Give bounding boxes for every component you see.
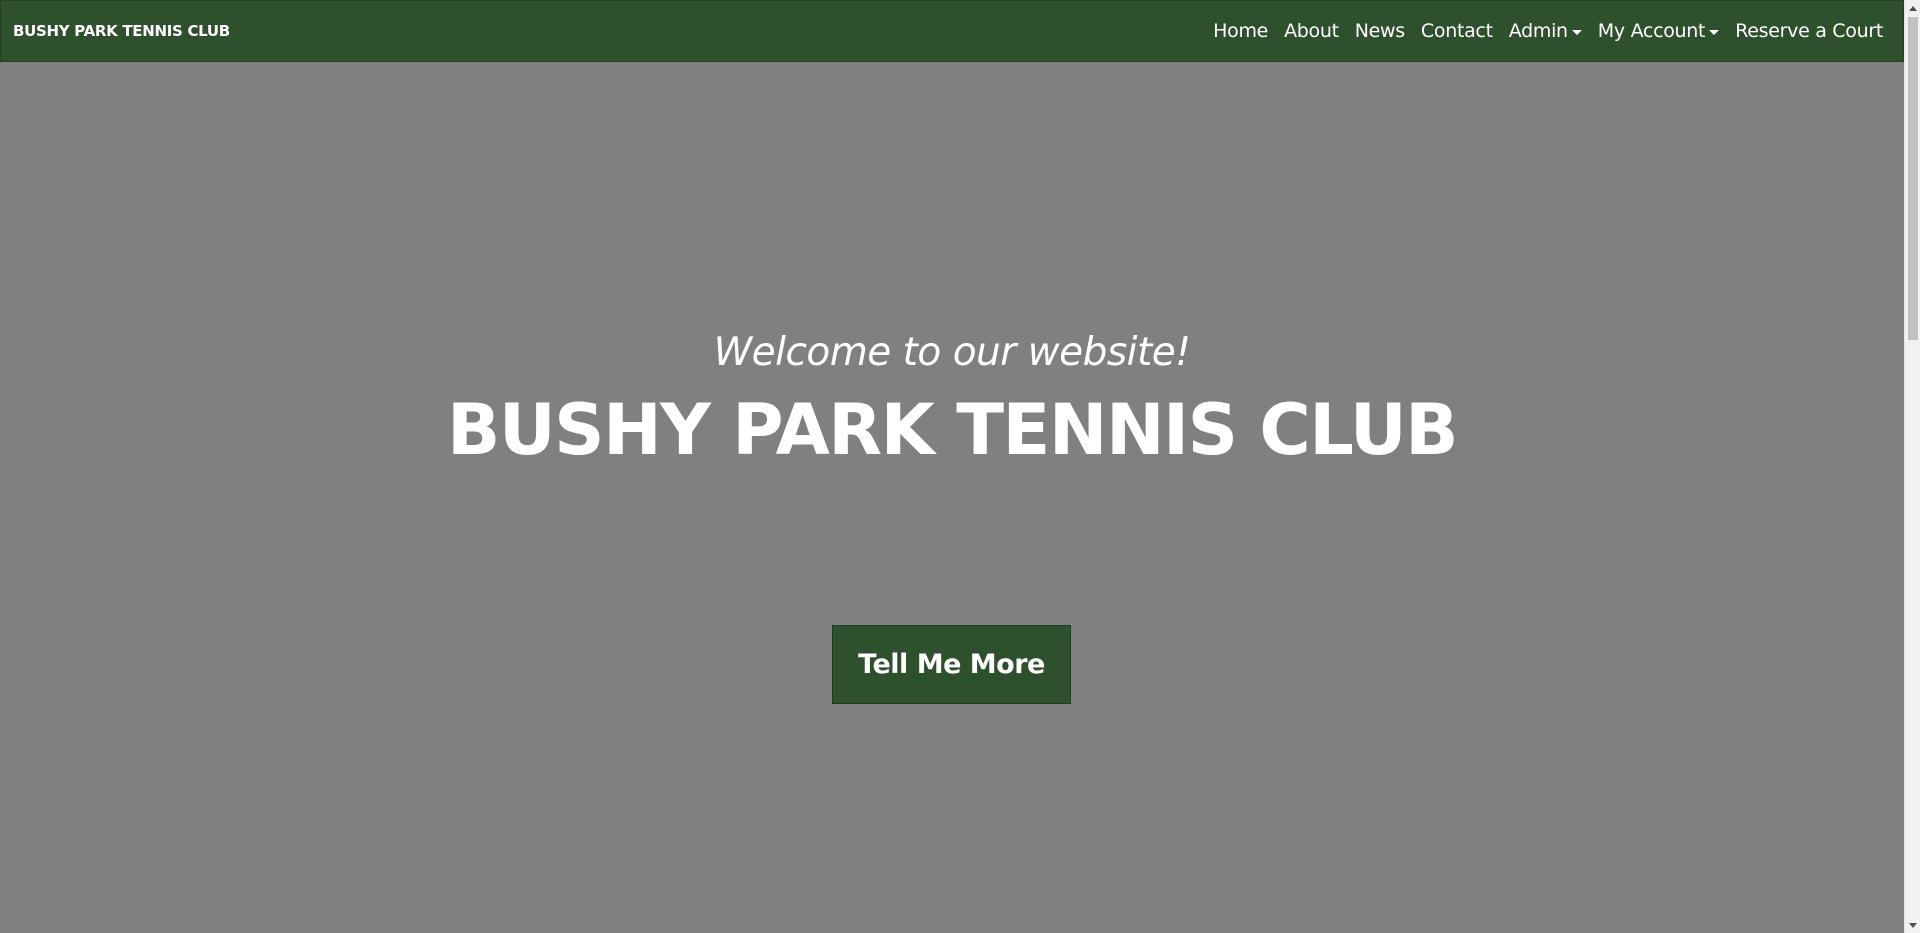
hero-welcome-text: Welcome to our website!	[713, 330, 1191, 375]
nav-link-about[interactable]: About	[1276, 20, 1347, 42]
nav-link-label: Admin	[1508, 20, 1568, 42]
nav-dropdown-my-account[interactable]: My Account	[1590, 20, 1727, 42]
tell-me-more-button[interactable]: Tell Me More	[832, 625, 1071, 704]
nav-links: Home About News Contact Admin My Account…	[1205, 20, 1891, 42]
brand-link[interactable]: BUSHY PARK TENNIS CLUB	[13, 22, 230, 40]
scrollbar-thumb[interactable]	[1908, 17, 1918, 340]
caret-down-icon	[1571, 29, 1582, 35]
nav-link-label: My Account	[1597, 20, 1706, 42]
navbar: BUSHY PARK TENNIS CLUB Home About News C…	[0, 0, 1904, 62]
hero-title: BUSHY PARK TENNIS CLUB	[446, 389, 1459, 471]
nav-link-news[interactable]: News	[1347, 20, 1413, 42]
scroll-down-arrow-icon[interactable]	[1905, 917, 1920, 933]
nav-link-contact[interactable]: Contact	[1413, 20, 1501, 42]
nav-link-label: About	[1284, 20, 1339, 42]
nav-dropdown-admin[interactable]: Admin	[1501, 20, 1590, 42]
vertical-scrollbar[interactable]	[1904, 0, 1920, 933]
scroll-up-arrow-icon[interactable]	[1905, 0, 1920, 16]
page: BUSHY PARK TENNIS CLUB Home About News C…	[0, 0, 1920, 933]
nav-link-label: Reserve a Court	[1735, 20, 1883, 42]
nav-link-home[interactable]: Home	[1205, 20, 1276, 42]
nav-link-label: Home	[1213, 20, 1269, 42]
hero-section: Welcome to our website! BUSHY PARK TENNI…	[0, 62, 1904, 933]
nav-link-label: Contact	[1420, 20, 1493, 42]
caret-down-icon	[1709, 29, 1720, 35]
nav-link-reserve-court[interactable]: Reserve a Court	[1727, 20, 1891, 42]
nav-link-label: News	[1354, 20, 1405, 42]
